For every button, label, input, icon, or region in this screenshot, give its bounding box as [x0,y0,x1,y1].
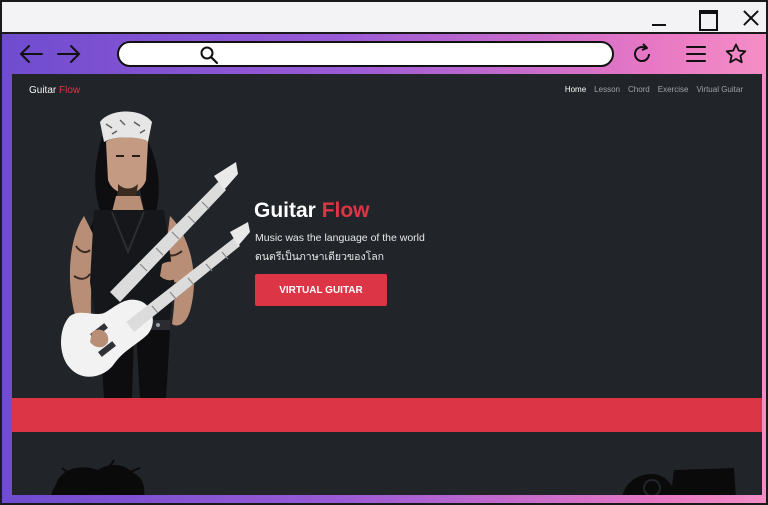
hero-subtitle-english: Music was the language of the world [255,232,425,244]
site-nav: Home Lesson Chord Exercise Virtual Guita… [565,85,743,94]
hero-title-main: Guitar [254,199,316,222]
nav-chord[interactable]: Chord [628,85,650,94]
hero-title-accent: Flow [321,199,370,222]
maximize-icon[interactable] [695,8,719,31]
back-arrow-icon[interactable] [18,42,44,66]
hero-title: Guitar Flow [254,199,370,223]
title-bar [2,2,766,34]
virtual-guitar-button[interactable]: VIRTUAL GUITAR [255,274,387,306]
browser-window: Guitar Flow Home Lesson Chord Exercise V… [0,0,768,505]
browser-toolbar [2,34,766,74]
menu-icon[interactable] [684,42,708,66]
site-brand[interactable]: Guitar Flow [29,85,80,96]
content-frame-bottom [2,495,766,503]
web-page: Guitar Flow Home Lesson Chord Exercise V… [12,74,762,495]
ink-splash-left [51,459,145,495]
forward-arrow-icon[interactable] [56,42,82,66]
reload-icon[interactable] [630,42,654,66]
accent-band [12,398,762,432]
star-icon[interactable] [724,42,748,66]
close-icon[interactable] [739,8,763,28]
hero-subtitle-thai: ดนตรีเป็นภาษาเดียวของโลก [255,251,385,263]
search-icon [200,46,219,65]
minimize-icon[interactable] [647,8,671,28]
address-bar[interactable] [117,41,614,67]
brand-main: Guitar [29,85,57,96]
guitarist-image [61,111,250,400]
nav-home[interactable]: Home [565,85,586,94]
nav-exercise[interactable]: Exercise [658,85,689,94]
nav-virtual-guitar[interactable]: Virtual Guitar [696,85,743,94]
ink-splash-right [622,468,736,495]
nav-lesson[interactable]: Lesson [594,85,620,94]
brand-accent: Flow [59,85,81,96]
